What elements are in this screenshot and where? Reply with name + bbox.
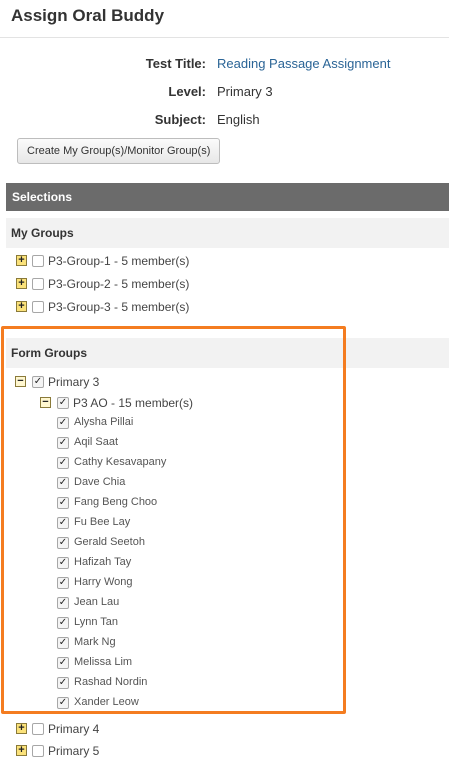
checkbox-checked[interactable]: ✓ bbox=[57, 537, 69, 549]
my-group-label: P3-Group-1 - 5 member(s) bbox=[48, 254, 190, 268]
member-name: Lynn Tan bbox=[74, 616, 119, 628]
expand-icon[interactable]: + bbox=[16, 278, 27, 289]
member-name: Mark Ng bbox=[74, 636, 116, 648]
checkbox-checked[interactable]: ✓ bbox=[57, 657, 69, 669]
expand-icon[interactable]: + bbox=[16, 723, 27, 734]
member-name: Gerald Seetoh bbox=[74, 536, 145, 548]
expand-icon[interactable]: + bbox=[16, 255, 27, 266]
form-groups-title: Form Groups bbox=[11, 346, 88, 360]
my-groups-panel: My Groups bbox=[6, 218, 449, 248]
test-title-label: Test Title: bbox=[145, 56, 206, 71]
create-my-groups-button[interactable]: Create My Group(s)/Monitor Group(s) bbox=[17, 138, 221, 164]
selections-header: Selections bbox=[6, 183, 449, 211]
expand-icon[interactable]: + bbox=[16, 745, 27, 756]
level-label: Primary 3 bbox=[48, 375, 100, 389]
checkbox-checked[interactable]: ✓ bbox=[57, 597, 69, 609]
my-group-label: P3-Group-2 - 5 member(s) bbox=[48, 277, 190, 291]
member-name: Fu Bee Lay bbox=[74, 516, 131, 528]
checkbox-checked[interactable]: ✓ bbox=[57, 437, 69, 449]
test-title-link[interactable]: Reading Passage Assignment bbox=[217, 56, 390, 71]
form-groups-panel: Form Groups bbox=[6, 338, 449, 368]
member-name: Fang Beng Choo bbox=[74, 496, 158, 508]
checkbox[interactable] bbox=[32, 255, 44, 267]
level-row: Level: Primary 3 bbox=[0, 84, 449, 104]
expand-icon[interactable]: + bbox=[16, 301, 27, 312]
level-value: Primary 3 bbox=[217, 84, 273, 99]
checkbox-checked[interactable]: ✓ bbox=[32, 376, 44, 388]
subject-label: Subject: bbox=[154, 112, 206, 127]
member-name: Cathy Kesavapany bbox=[74, 456, 167, 468]
member-name: Melissa Lim bbox=[74, 656, 133, 668]
checkbox-checked[interactable]: ✓ bbox=[57, 677, 69, 689]
member-name: Alysha Pillai bbox=[74, 416, 134, 428]
checkbox-checked[interactable]: ✓ bbox=[57, 397, 69, 409]
level-label: Primary 4 bbox=[48, 722, 100, 736]
checkbox-checked[interactable]: ✓ bbox=[57, 497, 69, 509]
checkbox-checked[interactable]: ✓ bbox=[57, 457, 69, 469]
collapse-icon[interactable]: − bbox=[15, 376, 26, 387]
level-label: Primary 5 bbox=[48, 744, 100, 758]
page-header: Assign Oral Buddy bbox=[0, 0, 449, 38]
member-name: Dave Chia bbox=[74, 476, 126, 488]
checkbox[interactable] bbox=[32, 745, 44, 757]
checkbox-checked[interactable]: ✓ bbox=[57, 617, 69, 629]
checkbox[interactable] bbox=[32, 301, 44, 313]
checkbox-checked[interactable]: ✓ bbox=[57, 517, 69, 529]
subject-row: Subject: English bbox=[0, 112, 449, 132]
checkbox-checked[interactable]: ✓ bbox=[57, 477, 69, 489]
checkbox-checked[interactable]: ✓ bbox=[57, 637, 69, 649]
checkbox-checked[interactable]: ✓ bbox=[57, 557, 69, 569]
page-title: Assign Oral Buddy bbox=[11, 6, 165, 25]
member-name: Jean Lau bbox=[74, 596, 120, 608]
member-name: Xander Leow bbox=[74, 696, 139, 708]
class-label: P3 AO - 15 member(s) bbox=[73, 396, 194, 410]
checkbox-checked[interactable]: ✓ bbox=[57, 417, 69, 429]
checkbox-checked[interactable]: ✓ bbox=[57, 697, 69, 709]
checkbox[interactable] bbox=[32, 723, 44, 735]
checkbox[interactable] bbox=[32, 278, 44, 290]
my-group-label: P3-Group-3 - 5 member(s) bbox=[48, 300, 190, 314]
member-name: Hafizah Tay bbox=[74, 556, 132, 568]
collapse-icon[interactable]: − bbox=[40, 397, 51, 408]
subject-value: English bbox=[217, 112, 260, 127]
test-title-row: Test Title: Reading Passage Assignment bbox=[0, 56, 449, 76]
my-groups-title: My Groups bbox=[11, 226, 74, 240]
member-name: Harry Wong bbox=[74, 576, 133, 588]
member-name: Rashad Nordin bbox=[74, 676, 148, 688]
checkbox-checked[interactable]: ✓ bbox=[57, 577, 69, 589]
member-name: Aqil Saat bbox=[74, 436, 119, 448]
level-label: Level: bbox=[168, 84, 206, 99]
